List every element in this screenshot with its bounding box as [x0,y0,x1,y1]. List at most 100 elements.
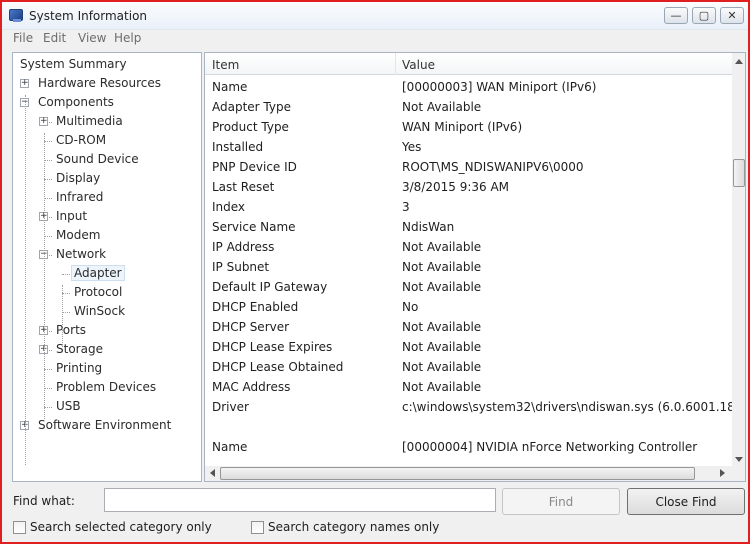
tree-item-label[interactable]: USB [54,399,83,413]
details-row[interactable]: Product Type WAN Miniport (IPv6) [205,117,732,137]
details-item-cell: IP Address [212,240,275,254]
tree-item[interactable]: + Hardware Resources [13,75,201,93]
tree-item-label[interactable]: Display [54,171,102,185]
tree-item-label[interactable]: WinSock [72,304,127,318]
vertical-scrollbar[interactable] [732,53,745,467]
details-item-cell: Driver [212,400,249,414]
tree-item-label[interactable]: System Summary [18,57,129,71]
details-row[interactable]: DHCP Enabled No [205,297,732,317]
menu-help[interactable]: Help [114,31,141,45]
tree-item-label[interactable]: Software Environment [36,418,173,432]
details-row[interactable]: Name [00000003] WAN Miniport (IPv6) [205,77,732,97]
horizontal-scrollbar[interactable] [205,466,732,481]
title-bar[interactable]: System Information — ▢ ✕ [2,2,748,30]
expand-icon[interactable]: + [39,117,48,126]
tree-item[interactable]: Adapter [13,265,201,283]
tree-guide-line [25,95,26,465]
tree-item-label[interactable]: Problem Devices [54,380,158,394]
details-row[interactable]: Name [00000004] NVIDIA nForce Networking … [205,437,732,457]
tree-item[interactable]: − Network [13,246,201,264]
tree-item[interactable]: CD-ROM [13,132,201,150]
close-find-button[interactable]: Close Find [627,488,745,515]
vertical-scroll-thumb[interactable] [733,159,745,187]
find-button[interactable]: Find [502,488,620,515]
tree-connector [44,236,52,237]
tree-item[interactable]: USB [13,398,201,416]
details-value-cell: 3/8/2015 9:36 AM [402,180,510,194]
menu-view[interactable]: View [78,31,106,45]
tree-item-label[interactable]: Multimedia [54,114,125,128]
column-separator[interactable] [395,53,396,75]
details-row[interactable]: DHCP Lease Expires Not Available [205,337,732,357]
tree-item[interactable]: Problem Devices [13,379,201,397]
details-value-cell: Not Available [402,240,482,254]
details-value-cell: No [402,300,419,314]
tree-item[interactable]: WinSock [13,303,201,321]
tree-item[interactable]: + Multimedia [13,113,201,131]
details-row[interactable]: Driver c:\windows\system32\drivers\ndiswa… [205,397,745,417]
tree-item[interactable]: Modem [13,227,201,245]
expand-icon[interactable]: + [20,79,29,88]
search-category-names-checkbox[interactable]: Search category names only [251,519,439,535]
tree-item[interactable]: Display [13,170,201,188]
tree-item-label[interactable]: Network [54,247,108,261]
tree-item[interactable]: System Summary [13,56,201,74]
tree-connector [44,179,52,180]
search-selected-category-checkbox[interactable]: Search selected category only [13,519,212,535]
details-row[interactable]: MAC Address Not Available [205,377,732,397]
tree-item-label[interactable]: Hardware Resources [36,76,163,90]
close-button[interactable]: ✕ [720,7,744,24]
tree-item-label[interactable]: Adapter [71,265,125,281]
category-tree[interactable]: System Summary + Hardware Resources − Compon… [12,52,202,482]
minimize-button[interactable]: — [664,7,688,24]
details-row[interactable]: DHCP Server Not Available [205,317,732,337]
details-row[interactable]: Last Reset 3/8/2015 9:36 AM [205,177,732,197]
checkbox-box[interactable] [251,520,264,534]
details-row[interactable]: Installed Yes [205,137,732,157]
scroll-down-arrow-icon[interactable] [735,457,743,462]
tree-item[interactable]: Protocol [13,284,201,302]
details-item-cell: Default IP Gateway [212,280,328,294]
tree-item-label[interactable]: Ports [54,323,88,337]
horizontal-scroll-thumb[interactable] [220,467,695,480]
tree-item-label[interactable]: Infrared [54,190,105,204]
tree-item-label[interactable]: Sound Device [54,152,141,166]
details-row[interactable]: PNP Device ID ROOT\MS_NDISWANIPV6\0000 [205,157,732,177]
tree-connector [44,160,52,161]
find-what-input[interactable] [104,488,496,512]
tree-item[interactable]: − Components [13,94,201,112]
menu-file[interactable]: File [13,31,33,45]
details-row[interactable]: Default IP Gateway Not Available [205,277,732,297]
column-header: Item Value [205,53,732,75]
checkbox-box[interactable] [13,520,26,534]
tree-item[interactable]: + Storage [13,341,201,359]
tree-item-label[interactable]: Printing [54,361,104,375]
tree-item-label[interactable]: CD-ROM [54,133,108,147]
tree-item[interactable]: Infrared [13,189,201,207]
menu-edit[interactable]: Edit [43,31,66,45]
details-row[interactable]: DHCP Lease Obtained Not Available [205,357,732,377]
tree-item-label[interactable]: Components [36,95,116,109]
menu-bar: File Edit View Help [2,30,748,47]
tree-item-label[interactable]: Protocol [72,285,124,299]
tree-item-label[interactable]: Modem [54,228,102,242]
tree-item[interactable]: + Ports [13,322,201,340]
tree-item[interactable]: Sound Device [13,151,201,169]
column-header-item[interactable]: Item [212,58,239,72]
column-header-value[interactable]: Value [402,58,435,72]
scroll-left-arrow-icon[interactable] [210,469,215,477]
tree-item[interactable]: Printing [13,360,201,378]
details-row[interactable]: Service Name NdisWan [205,217,732,237]
maximize-button[interactable]: ▢ [692,7,716,24]
details-row[interactable]: Index 3 [205,197,732,217]
details-row[interactable]: Adapter Type Not Available [205,97,732,117]
scroll-up-arrow-icon[interactable] [735,59,743,64]
details-row[interactable]: IP Address Not Available [205,237,732,257]
details-row[interactable]: IP Subnet Not Available [205,257,732,277]
details-row[interactable] [205,417,732,437]
tree-item[interactable]: + Software Environment [13,417,201,435]
tree-item[interactable]: + Input [13,208,201,226]
scroll-right-arrow-icon[interactable] [720,469,725,477]
details-item-cell: DHCP Enabled [212,300,299,314]
tree-item-label[interactable]: Input [54,209,89,223]
